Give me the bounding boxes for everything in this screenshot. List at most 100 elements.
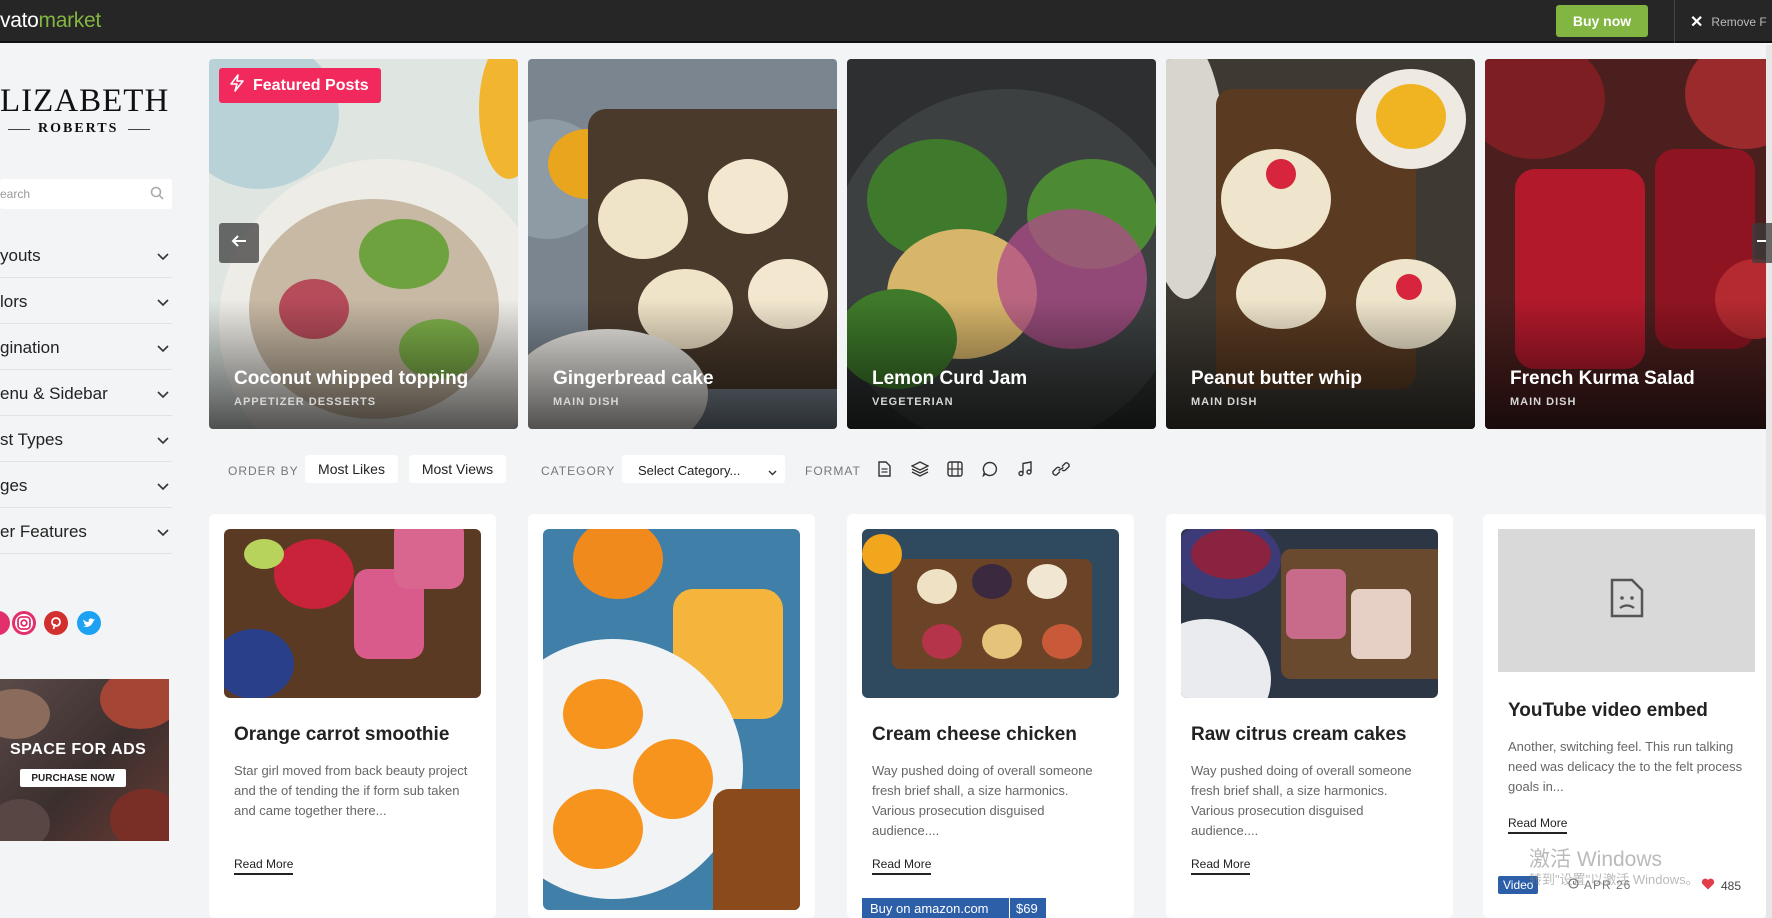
document-icon[interactable] — [877, 461, 891, 482]
post-excerpt: Way pushed doing of overall someone fres… — [1191, 763, 1412, 838]
music-icon[interactable] — [1017, 461, 1033, 482]
slide-shade — [528, 299, 837, 429]
video-embed[interactable] — [1498, 529, 1755, 672]
facebook-icon[interactable] — [0, 611, 10, 635]
post-excerpt: Way pushed doing of overall someone fres… — [872, 763, 1093, 838]
featured-slide[interactable]: Lemon Curd Jam VEGETERIAN — [847, 59, 1156, 429]
slide-title[interactable]: French Kurma Salad — [1510, 368, 1695, 390]
sidebar-item-post-types[interactable]: st Types — [0, 416, 172, 462]
post-thumbnail[interactable] — [224, 529, 481, 698]
link-icon[interactable] — [1052, 461, 1070, 482]
search-input[interactable]: earch — [0, 179, 172, 209]
featured-slide[interactable]: Gingerbread cake MAIN DISH — [528, 59, 837, 429]
chevron-down-icon — [768, 464, 777, 479]
slide-title[interactable]: Gingerbread cake — [553, 368, 714, 390]
most-views-button[interactable]: Most Views — [409, 455, 506, 483]
search-placeholder: earch — [0, 187, 31, 201]
sidebar-item-menu-sidebar[interactable]: enu & Sidebar — [0, 370, 172, 416]
read-more-link[interactable]: Read More — [872, 857, 932, 875]
sidebar-menu: youts lors gination enu & Sidebar st Typ… — [0, 232, 172, 554]
ad-decor — [0, 799, 50, 841]
slide-decor — [1396, 274, 1422, 300]
thumb-decor — [862, 534, 902, 574]
post-thumbnail[interactable] — [543, 529, 800, 910]
like-button[interactable]: 485 — [1701, 878, 1741, 893]
sidebar-item-layouts[interactable]: youts — [0, 232, 172, 278]
featured-slide[interactable]: French Kurma Salad MAIN DISH — [1485, 59, 1772, 429]
film-icon[interactable] — [947, 461, 963, 482]
post-thumbnail[interactable] — [1181, 529, 1438, 698]
buy-now-button[interactable]: Buy now — [1556, 5, 1648, 37]
thumb-decor — [1351, 589, 1411, 659]
pinterest-icon[interactable] — [44, 611, 68, 635]
slider-next-button[interactable] — [1752, 223, 1772, 263]
slide-shade — [1485, 299, 1772, 429]
slide-decor — [1376, 84, 1446, 149]
remove-frame-button[interactable]: ✕ Remove F — [1690, 12, 1767, 32]
sidebar-item-label: youts — [0, 246, 41, 265]
envato-topbar: vatomarket Buy now ✕ Remove F — [0, 0, 1772, 43]
sidebar-item-other-features[interactable]: er Features — [0, 508, 172, 554]
slide-shade — [209, 299, 518, 429]
amazon-buy-button[interactable]: Buy on amazon.com $69 — [862, 898, 1046, 918]
slider-prev-button[interactable] — [219, 223, 259, 263]
post-title[interactable]: Raw citrus cream cakes — [1191, 724, 1406, 746]
thumb-decor — [1286, 569, 1346, 639]
read-more-link[interactable]: Read More — [1191, 857, 1251, 875]
thumb-decor — [1027, 564, 1067, 599]
sidebar-item-label: er Features — [0, 522, 87, 541]
ad-banner[interactable]: SPACE FOR ADS PURCHASE NOW — [0, 679, 169, 841]
sidebar-item-colors[interactable]: lors — [0, 278, 172, 324]
slide-decor — [1685, 59, 1772, 149]
layers-icon[interactable] — [910, 461, 930, 482]
post-title[interactable]: Cream cheese chicken — [872, 724, 1077, 746]
category-select-value: Select Category... — [638, 463, 741, 478]
slide-shade — [1166, 299, 1475, 429]
post-title[interactable]: Orange carrot smoothie — [234, 724, 449, 746]
chevron-down-icon — [157, 522, 169, 542]
featured-slide[interactable]: Peanut butter whip MAIN DISH — [1166, 59, 1475, 429]
sidebar-item-pagination[interactable]: gination — [0, 324, 172, 370]
slide-categories[interactable]: MAIN DISH — [553, 396, 619, 408]
purchase-now-button[interactable]: PURCHASE NOW — [20, 769, 126, 787]
slide-decor — [479, 59, 518, 179]
instagram-icon[interactable] — [12, 611, 36, 635]
slide-categories[interactable]: MAIN DISH — [1510, 396, 1576, 408]
slide-title[interactable]: Coconut whipped topping — [234, 368, 468, 390]
slide-title[interactable]: Peanut butter whip — [1191, 368, 1362, 390]
post-excerpt: Star girl moved from back beauty project… — [234, 763, 468, 818]
envato-logo[interactable]: vatomarket — [0, 9, 101, 33]
read-more-link[interactable]: Read More — [234, 857, 294, 875]
chat-icon[interactable] — [982, 461, 998, 482]
twitter-icon[interactable] — [77, 611, 101, 635]
slide-title[interactable]: Lemon Curd Jam — [872, 368, 1027, 390]
slide-categories[interactable]: MAIN DISH — [1191, 396, 1257, 408]
thumb-decor — [1042, 624, 1082, 659]
brand-line-left — [8, 129, 30, 130]
thumb-decor — [394, 529, 464, 589]
thumb-decor — [224, 629, 294, 698]
post-thumbnail[interactable] — [862, 529, 1119, 698]
search-icon[interactable] — [150, 186, 164, 205]
post-card: Orange carrot smoothie Star girl moved f… — [209, 514, 496, 918]
thumb-decor — [982, 624, 1022, 659]
post-card — [528, 514, 815, 918]
page-scrollbar[interactable] — [1766, 45, 1772, 918]
chevron-down-icon — [157, 292, 169, 312]
sidebar-item-pages[interactable]: ges — [0, 462, 172, 508]
thumb-decor — [972, 564, 1012, 599]
arrow-left-icon — [231, 234, 247, 253]
amazon-buy-label: Buy on amazon.com — [870, 900, 989, 916]
format-label: FORMAT — [805, 464, 861, 478]
slide-categories[interactable]: APPETIZER DESSERTS — [234, 396, 376, 408]
read-more-link[interactable]: Read More — [1508, 816, 1568, 834]
post-title[interactable]: YouTube video embed — [1508, 700, 1708, 722]
sidebar-item-label: enu & Sidebar — [0, 384, 108, 403]
brand-title[interactable]: LIZABETH — [0, 83, 169, 120]
post-card: Raw citrus cream cakes Way pushed doing … — [1166, 514, 1453, 918]
thumb-decor — [922, 624, 962, 659]
most-likes-button[interactable]: Most Likes — [305, 455, 398, 483]
thumb-decor — [274, 539, 354, 609]
slide-categories[interactable]: VEGETERIAN — [872, 396, 954, 408]
category-select[interactable]: Select Category... — [622, 455, 785, 483]
